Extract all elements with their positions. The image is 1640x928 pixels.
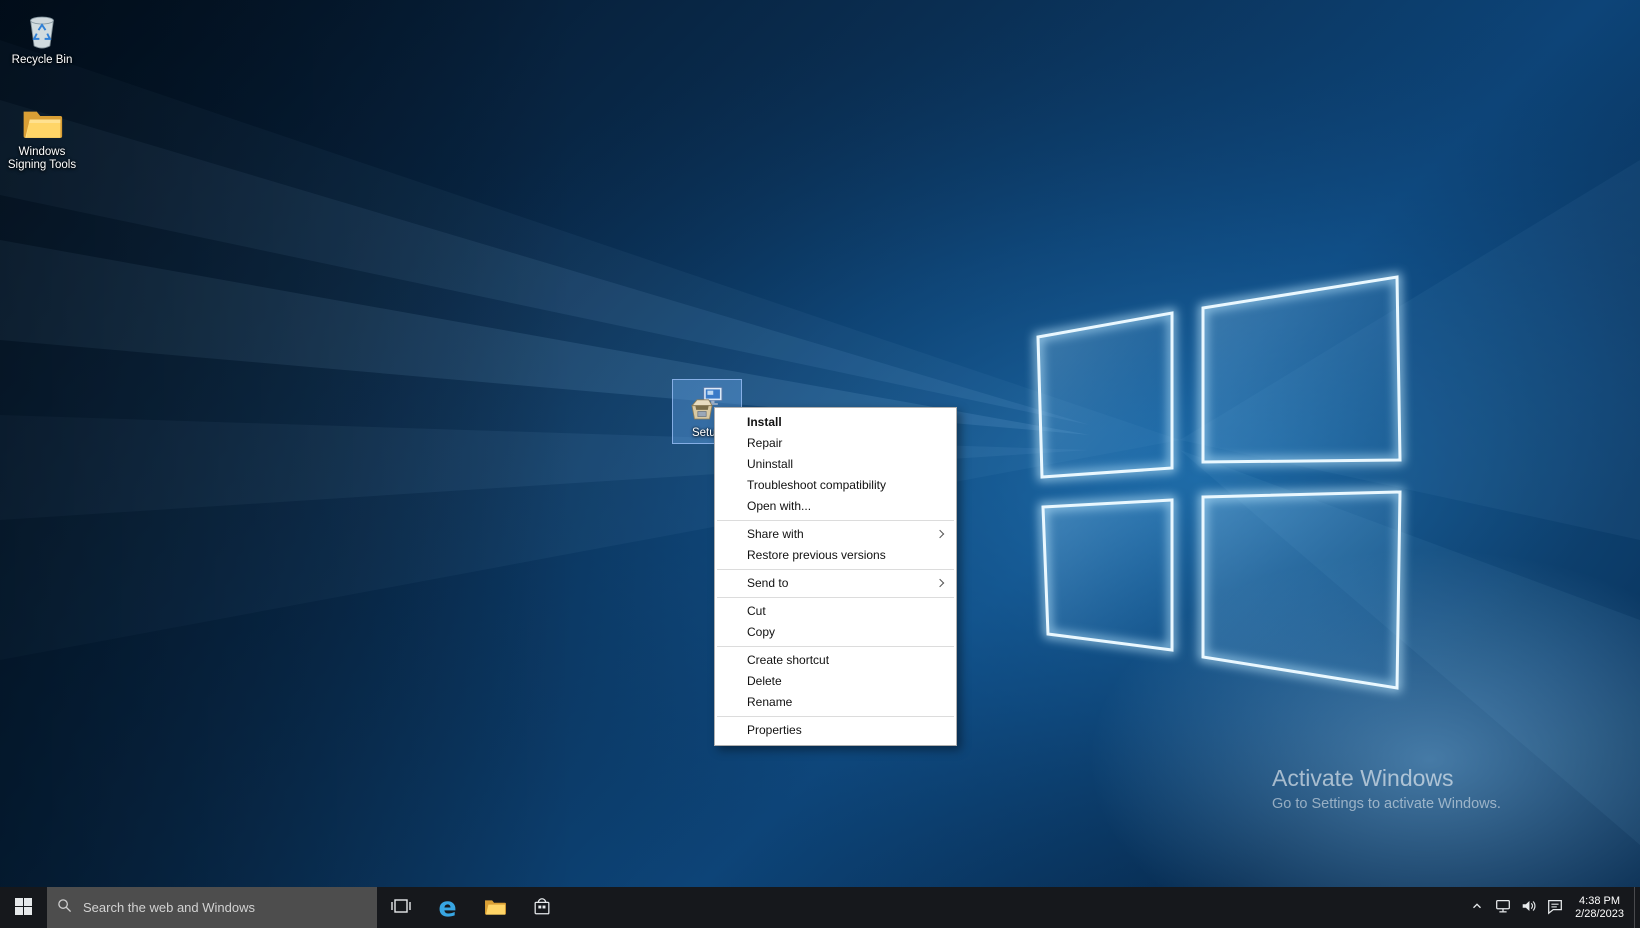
edge-browser-button[interactable]: e [424,887,471,928]
menu-item-copy[interactable]: Copy [715,622,956,643]
menu-item-send-to[interactable]: Send to [715,573,956,594]
activate-windows-watermark: Activate Windows Go to Settings to activ… [1272,765,1501,812]
menu-separator [717,569,954,570]
menu-item-open-with[interactable]: Open with... [715,496,956,517]
menu-item-uninstall[interactable]: Uninstall [715,454,956,475]
show-desktop-button[interactable] [1634,887,1640,928]
recycle-bin-icon [21,10,63,52]
menu-item-label: Uninstall [747,457,793,471]
menu-item-label: Cut [747,604,766,618]
desktop-icon-windows-signing-tools[interactable]: Windows Signing Tools [4,98,80,176]
menu-item-delete[interactable]: Delete [715,671,956,692]
network-button[interactable] [1490,887,1516,928]
network-icon [1494,897,1512,918]
action-center-icon [1546,897,1564,918]
menu-item-cut[interactable]: Cut [715,601,956,622]
icon-label: Recycle Bin [12,54,73,67]
menu-item-share-with[interactable]: Share with [715,524,956,545]
file-explorer-button[interactable] [471,887,518,928]
icon-label: Windows Signing Tools [5,146,79,172]
taskbar: e [0,887,1640,928]
task-view-button[interactable] [377,887,424,928]
menu-item-label: Restore previous versions [747,548,886,562]
watermark-title: Activate Windows [1272,765,1501,792]
volume-button[interactable] [1516,887,1542,928]
menu-separator [717,716,954,717]
clock-time: 4:38 PM [1579,895,1620,908]
menu-item-label: Delete [747,674,782,688]
menu-item-install[interactable]: Install [715,412,956,433]
menu-separator [717,646,954,647]
menu-item-repair[interactable]: Repair [715,433,956,454]
store-button[interactable] [518,887,565,928]
menu-item-label: Send to [747,576,788,590]
speaker-icon [1520,897,1538,918]
menu-separator [717,597,954,598]
menu-item-properties[interactable]: Properties [715,720,956,741]
start-button[interactable] [0,887,47,928]
taskbar-clock[interactable]: 4:38 PM 2/28/2023 [1568,895,1634,921]
menu-separator [717,520,954,521]
menu-item-label: Copy [747,625,775,639]
watermark-subtitle: Go to Settings to activate Windows. [1272,796,1501,812]
chevron-up-icon [1470,900,1484,915]
menu-item-label: Troubleshoot compatibility [747,478,886,492]
menu-item-create-shortcut[interactable]: Create shortcut [715,650,956,671]
task-view-icon [390,897,412,918]
menu-item-label: Install [747,415,782,429]
menu-item-label: Properties [747,723,802,737]
desktop-icon-recycle-bin[interactable]: Recycle Bin [4,6,80,71]
menu-item-troubleshoot-compatibility[interactable]: Troubleshoot compatibility [715,475,956,496]
menu-item-restore-previous-versions[interactable]: Restore previous versions [715,545,956,566]
clock-date: 2/28/2023 [1575,908,1624,921]
menu-item-label: Repair [747,436,782,450]
menu-item-label: Open with... [747,499,811,513]
taskbar-search[interactable] [47,887,377,928]
tray-overflow-button[interactable] [1464,887,1490,928]
search-input[interactable] [81,899,367,916]
menu-item-label: Create shortcut [747,653,829,667]
action-center-button[interactable] [1542,887,1568,928]
menu-item-label: Share with [747,527,804,541]
edge-icon: e [438,894,456,921]
chevron-right-icon [936,579,944,587]
system-tray: 4:38 PM 2/28/2023 [1464,887,1640,928]
menu-item-rename[interactable]: Rename [715,692,956,713]
desktop[interactable]: Recycle Bin Windows Signing Tools [0,0,1640,887]
context-menu: Install Repair Uninstall Troubleshoot co… [714,407,957,746]
menu-item-label: Rename [747,695,792,709]
windows-logo-icon [15,898,32,918]
store-bag-icon [532,895,552,920]
folder-icon [21,102,63,144]
chevron-right-icon [936,530,944,538]
search-icon [57,898,72,918]
file-explorer-icon [483,897,507,919]
